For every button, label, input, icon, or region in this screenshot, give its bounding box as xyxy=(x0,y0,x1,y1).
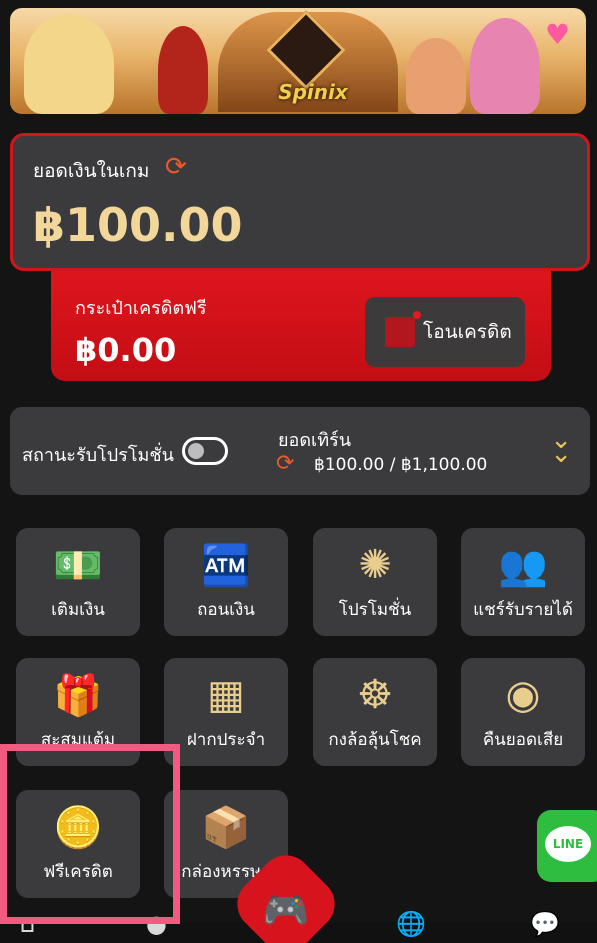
share-income-label: แชร์รับรายได้ xyxy=(473,600,573,620)
line-chat-button[interactable]: LINE xyxy=(537,810,597,882)
withdraw-button[interactable]: 🏧 ถอนเงิน xyxy=(164,528,288,636)
lucky-wheel-button[interactable]: ☸ กงล้อลุ้นโชค xyxy=(313,658,437,766)
promotion-toggle[interactable] xyxy=(182,437,228,465)
promotion-status-label: สถานะรับโปรโมชั่น xyxy=(22,445,174,466)
cashback-label: คืนยอดเสีย xyxy=(482,730,564,750)
promotion-label: โปรโมชั่น xyxy=(338,600,412,620)
gift-card-icon: 🎁 xyxy=(53,672,103,719)
free-credit-label: กระเป๋าเครดิตฟรี xyxy=(75,298,207,319)
transfer-credit-label: โอนเครดิต xyxy=(423,321,512,343)
fixed-deposit-label: ฝากประจำ xyxy=(186,730,266,750)
turnover-value: ฿100.00 / ฿1,100.00 xyxy=(314,455,488,475)
calendar-icon: ▦ xyxy=(207,672,245,718)
fixed-deposit-button[interactable]: ▦ ฝากประจำ xyxy=(164,658,288,766)
cashback-button[interactable]: ◉ คืนยอดเสีย xyxy=(461,658,585,766)
share-income-button[interactable]: 👥 แชร์รับรายได้ xyxy=(461,528,585,636)
game-balance-card: ยอดเงินในเกม ⟳ ฿100.00 xyxy=(10,133,590,271)
game-balance-amount: ฿100.00 xyxy=(33,198,243,252)
deposit-icon: 💵 xyxy=(53,542,103,589)
deposit-button[interactable]: 💵 เติมเงิน xyxy=(16,528,140,636)
character-art-1 xyxy=(24,14,114,114)
share-users-icon: 👥 xyxy=(498,542,548,589)
ferris-wheel-icon: ☸ xyxy=(357,672,393,718)
line-chat-icon: LINE xyxy=(545,826,591,862)
heart-icon: ♥ xyxy=(544,18,570,51)
lucky-wheel-label: กงล้อลุ้นโชค xyxy=(328,730,422,750)
promotion-icon: ✺ xyxy=(358,542,392,588)
free-credit-amount: ฿0.00 xyxy=(75,331,177,369)
globe-icon[interactable]: 🌐 xyxy=(396,910,426,938)
promotion-button[interactable]: ✺ โปรโมชั่น xyxy=(313,528,437,636)
transfer-icon xyxy=(385,311,421,347)
chevron-double-down-icon[interactable]: ⌄ ⌄ xyxy=(550,427,572,467)
refresh-turnover-icon[interactable]: ⟳ xyxy=(276,451,294,476)
character-art-2 xyxy=(158,26,208,114)
character-art-4 xyxy=(470,18,540,114)
deposit-label: เติมเงิน xyxy=(51,600,105,620)
brand-logo-text: Spinix xyxy=(278,80,348,104)
gift-box-icon: 📦 xyxy=(201,804,251,851)
free-credit-wallet: กระเป๋าเครดิตฟรี ฿0.00 โอนเครดิต xyxy=(51,255,551,381)
game-balance-label: ยอดเงินในเกม xyxy=(33,160,150,182)
refresh-icon[interactable]: ⟳ xyxy=(165,152,187,182)
turnover-label: ยอดเทิร์น xyxy=(278,430,352,451)
chat-icon[interactable]: 💬 xyxy=(530,910,560,938)
coin-icon: ◉ xyxy=(505,672,541,718)
gamepad-icon: 🎮 xyxy=(262,888,310,932)
withdraw-label: ถอนเงิน xyxy=(197,600,255,620)
highlight-box xyxy=(0,744,180,924)
character-art-3 xyxy=(406,38,466,114)
promotion-status-bar: สถานะรับโปรโมชั่น ยอดเทิร์น ⟳ ฿100.00 / … xyxy=(10,407,590,495)
withdraw-icon: 🏧 xyxy=(201,542,251,589)
promo-banner[interactable]: Spinix ♥ xyxy=(10,8,586,114)
transfer-credit-button[interactable]: โอนเครดิต xyxy=(365,297,525,367)
